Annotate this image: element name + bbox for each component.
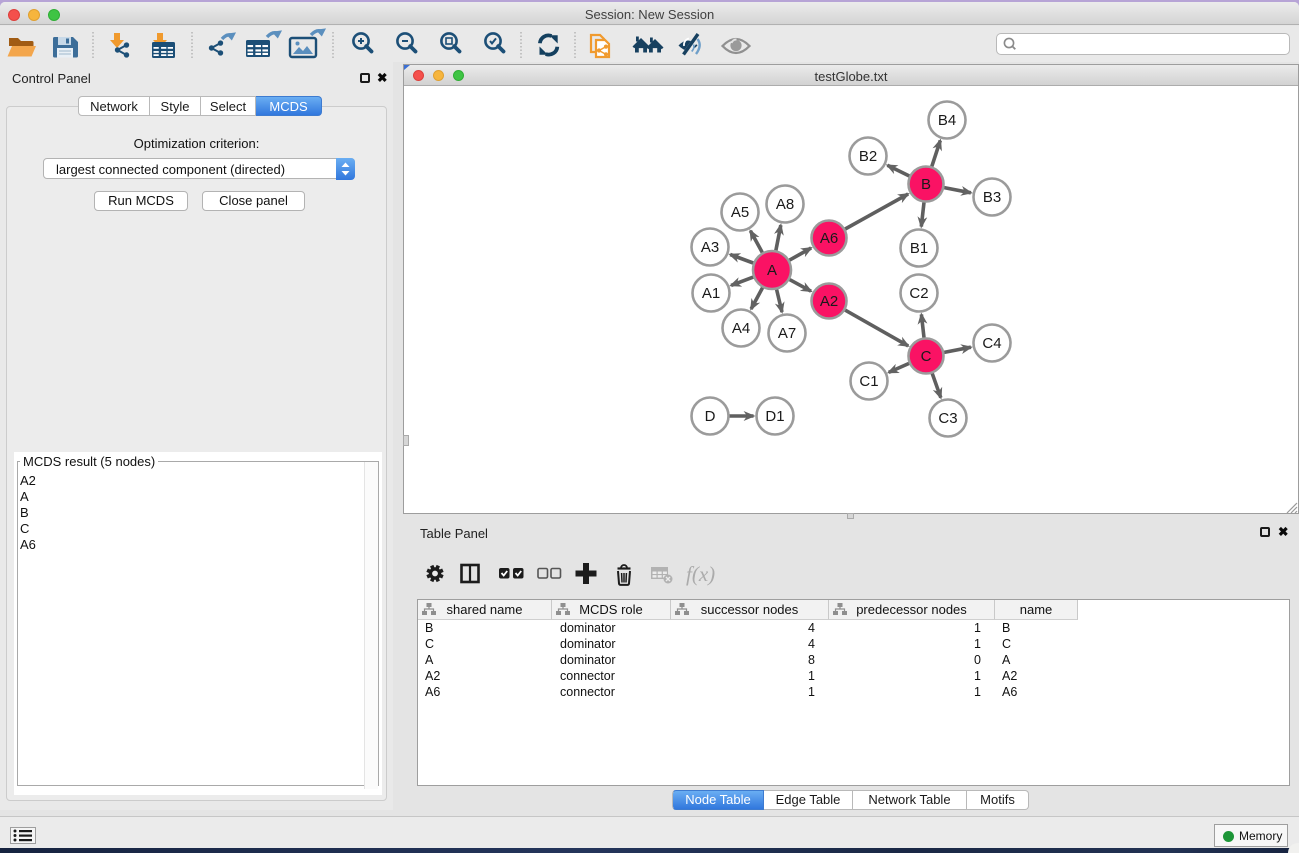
svg-text:A7: A7	[778, 325, 796, 342]
svg-text:B1: B1	[910, 240, 928, 257]
svg-text:B4: B4	[938, 112, 956, 129]
svg-text:A3: A3	[701, 239, 719, 256]
svg-text:A: A	[767, 262, 777, 279]
svg-text:C: C	[921, 348, 932, 365]
svg-text:D: D	[705, 408, 716, 425]
svg-text:D1: D1	[765, 408, 784, 425]
svg-text:A2: A2	[820, 293, 838, 310]
svg-text:A6: A6	[820, 230, 838, 247]
svg-text:C2: C2	[909, 285, 928, 302]
svg-text:A4: A4	[732, 320, 750, 337]
svg-text:A5: A5	[731, 204, 749, 221]
svg-text:C4: C4	[982, 335, 1001, 352]
svg-text:B3: B3	[983, 189, 1001, 206]
svg-text:B2: B2	[859, 148, 877, 165]
svg-text:f(x): f(x)	[686, 562, 715, 586]
svg-text:A8: A8	[776, 196, 794, 213]
svg-text:A1: A1	[702, 285, 720, 302]
svg-text:B: B	[921, 176, 931, 193]
svg-text:C3: C3	[938, 410, 957, 427]
svg-text:C1: C1	[859, 373, 878, 390]
